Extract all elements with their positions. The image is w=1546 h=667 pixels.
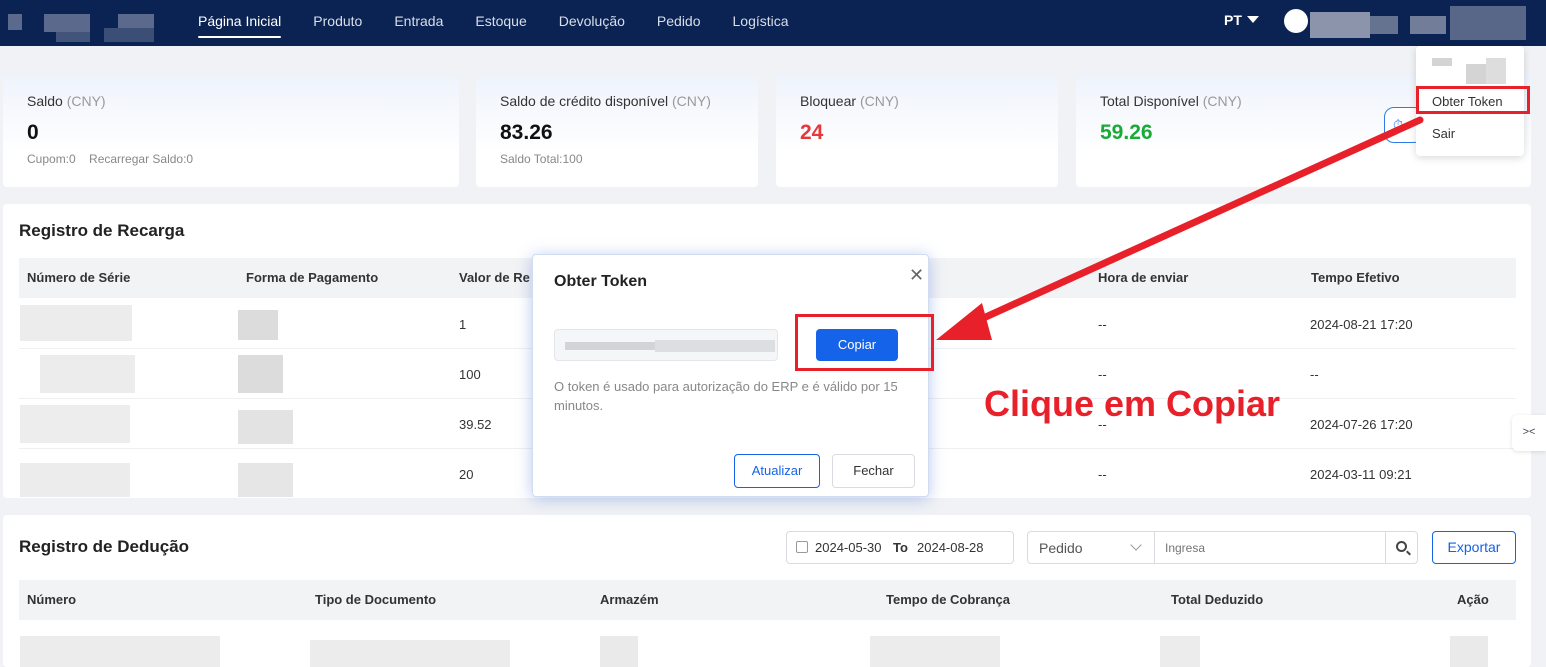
close-icon[interactable]: ✕ [909, 265, 924, 286]
blocked-value: 24 [800, 121, 824, 144]
refresh-button[interactable]: Atualizar [734, 454, 820, 488]
nav-item-logistics[interactable]: Logística [717, 0, 805, 46]
close-button[interactable]: Fechar [832, 454, 915, 488]
search-input[interactable] [1155, 532, 1383, 563]
col-warehouse: Armazém [600, 592, 659, 607]
doc-type-select[interactable]: Pedido [1027, 531, 1155, 564]
date-to-label: To [893, 540, 908, 555]
username-redacted[interactable] [1310, 6, 1526, 40]
annotation-text: Clique em Copiar [984, 383, 1281, 424]
row3-effective: 2024-07-26 17:20 [1310, 417, 1413, 432]
row2-value: 100 [459, 367, 481, 382]
menu-item-get-token[interactable]: Obter Token [1432, 94, 1503, 109]
avatar[interactable] [1284, 9, 1308, 33]
card-blocked: Bloquear (CNY) 24 [776, 74, 1058, 187]
row2-sent: -- [1098, 367, 1107, 382]
row4-effective: 2024-03-11 09:21 [1310, 467, 1412, 482]
modal-note: O token é usado para autorização do ERP … [554, 379, 898, 413]
token-field[interactable] [554, 329, 778, 361]
row2-effective: -- [1310, 367, 1319, 382]
search-icon[interactable] [1396, 541, 1407, 552]
nav-item-home[interactable]: Página Inicial [182, 0, 297, 46]
card-label: Bloquear (CNY) [800, 93, 899, 109]
nav-item-product[interactable]: Produto [297, 0, 378, 46]
language-label: PT [1224, 12, 1242, 28]
nav-item-return[interactable]: Devolução [543, 0, 641, 46]
col-payment: Forma de Pagamento [246, 270, 379, 285]
search-box [1154, 531, 1418, 564]
balance-value: 0 [27, 121, 39, 144]
copy-button[interactable]: Copiar [816, 329, 898, 361]
row4-sent: -- [1098, 467, 1107, 482]
row1-value: 1 [459, 317, 467, 332]
caret-down-icon [1246, 16, 1259, 23]
recharge-title: Registro de Recarga [19, 221, 185, 240]
card-sub: Saldo Total:100 [500, 152, 583, 166]
row3-value: 39.52 [459, 417, 492, 432]
row1-effective: 2024-08-21 17:20 [1310, 317, 1413, 332]
nav-item-inbound[interactable]: Entrada [378, 0, 459, 46]
side-collapse-tab[interactable]: >< [1512, 415, 1546, 451]
card-balance: Saldo (CNY) 0 Cupom:0 Recarregar Saldo:0 [3, 74, 459, 187]
col-serial: Número de Série [27, 270, 131, 285]
col-total-deducted: Total Deduzido [1171, 592, 1264, 607]
col-number: Número [27, 592, 77, 607]
deduction-table-header: Número Tipo de Documento Armazém Tempo d… [19, 580, 1516, 620]
card-available-credit: Saldo de crédito disponível (CNY) 83.26 … [476, 74, 758, 187]
card-label: Saldo de crédito disponível (CNY) [500, 93, 711, 109]
select-value: Pedido [1039, 540, 1083, 556]
col-value: Valor de Re [459, 270, 530, 285]
credit-value: 83.26 [500, 121, 553, 144]
main-nav: Página Inicial Produto Entrada Estoque D… [182, 0, 805, 46]
get-token-modal: Obter Token ✕ Copiar O token é usado par… [532, 254, 929, 497]
row4-value: 20 [459, 467, 474, 482]
logo-redacted [8, 10, 168, 42]
export-button[interactable]: Exportar [1432, 531, 1516, 564]
date-from: 2024-05-30 [815, 540, 882, 555]
col-effective-time: Tempo Efetivo [1311, 270, 1400, 285]
nav-item-order[interactable]: Pedido [641, 0, 717, 46]
row1-sent: -- [1098, 317, 1107, 332]
date-range-picker[interactable]: 2024-05-30 To 2024-08-28 [786, 531, 1014, 564]
card-label: Saldo (CNY) [27, 93, 106, 109]
card-label: Total Disponível (CNY) [1100, 93, 1242, 109]
deduction-title: Registro de Dedução [19, 537, 190, 556]
date-to: 2024-08-28 [917, 540, 984, 555]
language-selector[interactable]: PT [1224, 12, 1259, 28]
col-action: Ação [1457, 592, 1489, 607]
top-navbar: Página Inicial Produto Entrada Estoque D… [0, 0, 1546, 46]
card-sub: Cupom:0 Recarregar Saldo:0 [27, 152, 194, 166]
nav-item-stock[interactable]: Estoque [459, 0, 542, 46]
chevron-down-icon [1130, 539, 1142, 551]
user-dropdown-menu: Obter Token Sair [1416, 46, 1524, 156]
col-sent-time: Hora de enviar [1098, 270, 1189, 285]
dropdown-user-redacted [1432, 56, 1507, 84]
calendar-icon [796, 541, 808, 553]
menu-item-logout[interactable]: Sair [1432, 126, 1455, 141]
total-available-value: 59.26 [1100, 121, 1153, 144]
modal-title: Obter Token [554, 273, 648, 290]
col-charge-time: Tempo de Cobrança [886, 592, 1011, 607]
col-doc-type: Tipo de Documento [315, 592, 437, 607]
